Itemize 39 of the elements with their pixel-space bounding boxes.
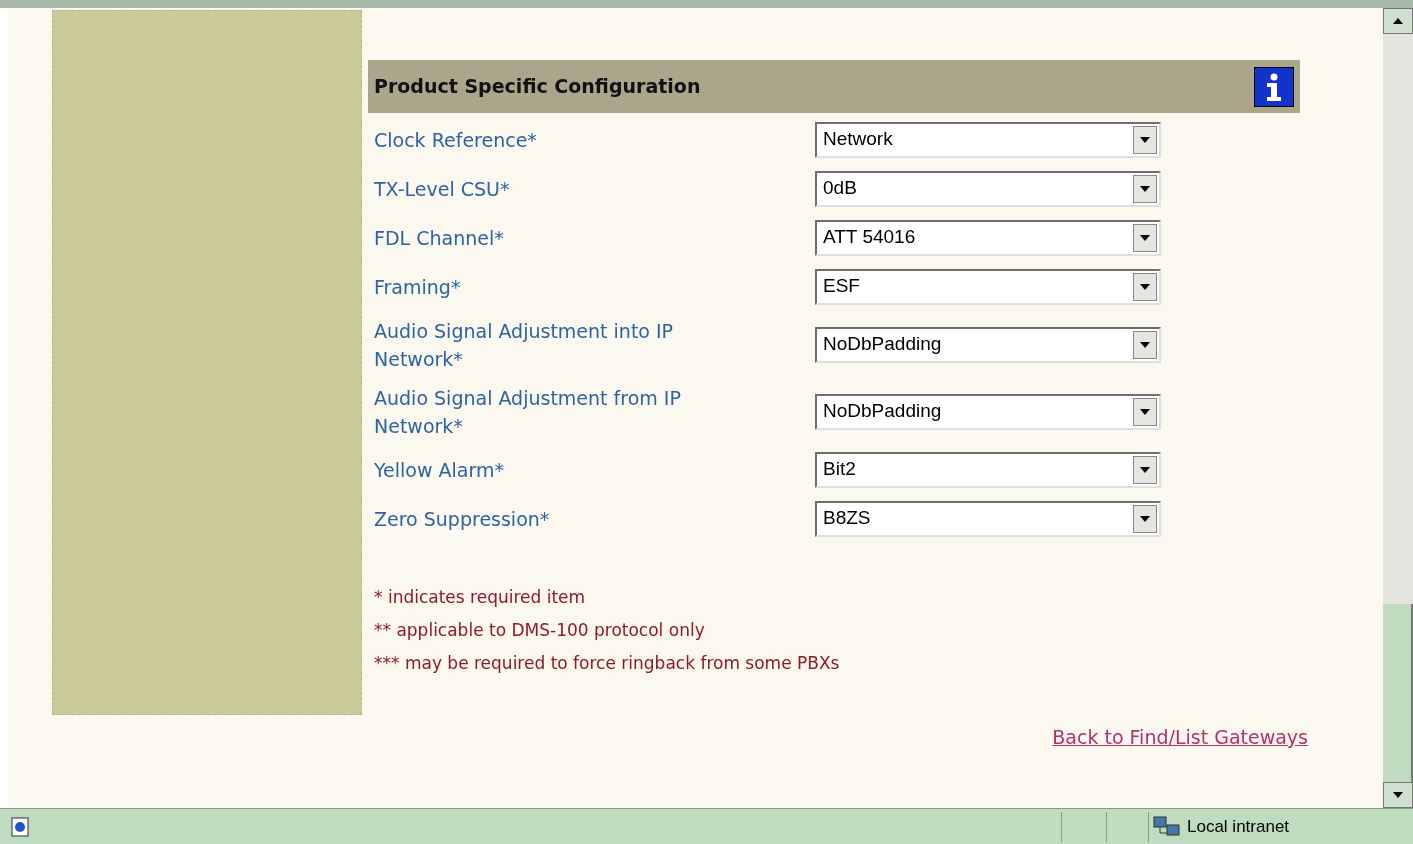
field-label: Audio Signal Adjustment from IP Network*: [374, 385, 682, 439]
back-link[interactable]: Back to Find/List Gateways: [1052, 723, 1308, 752]
dropdown-field[interactable]: NoDbPadding: [815, 326, 1161, 363]
footnote: *** may be required to force ringback from some PBXs: [374, 652, 841, 675]
dropdown-arrow-icon: [1140, 283, 1150, 290]
scroll-up-arrow-icon: [1393, 18, 1403, 24]
dropdown-field[interactable]: Bit2: [815, 451, 1161, 488]
field-label: Framing*: [374, 274, 462, 300]
section-title: Product Specific Configuration: [374, 74, 701, 100]
footnote: ** applicable to DMS-100 protocol only: [374, 619, 706, 642]
field-label: Audio Signal Adjustment into IP Network*: [374, 318, 675, 372]
field-label: Clock Reference*: [374, 127, 538, 153]
dropdown-field[interactable]: NoDbPadding: [815, 393, 1161, 430]
dropdown-field[interactable]: 0dB: [815, 170, 1161, 207]
dropdown-field[interactable]: ATT 54016: [815, 219, 1161, 256]
scroll-up-button[interactable]: [1383, 8, 1413, 34]
dropdown-field[interactable]: B8ZS: [815, 500, 1161, 537]
info-icon[interactable]: [1254, 66, 1294, 107]
scroll-thumb[interactable]: [1383, 604, 1413, 782]
dropdown-arrow-icon: [1140, 408, 1150, 415]
field-label: FDL Channel*: [374, 225, 505, 251]
dropdown-arrow-icon: [1140, 234, 1150, 241]
dropdown-arrow-icon: [1140, 341, 1150, 348]
zone-label: Local intranet: [1187, 815, 1290, 838]
dropdown-arrow-icon: [1140, 185, 1150, 192]
scroll-down-button[interactable]: [1383, 782, 1413, 808]
network-icon: [1153, 814, 1181, 839]
field-label: Zero Suppression*: [374, 506, 551, 532]
scrollbar[interactable]: [1383, 8, 1413, 808]
field-label: Yellow Alarm*: [374, 457, 505, 483]
field-label: TX-Level CSU*: [374, 176, 511, 202]
footnote: * indicates required item: [374, 586, 587, 609]
dropdown-arrow-icon: [1140, 466, 1150, 473]
dropdown-arrow-icon: [1140, 136, 1150, 143]
page-icon: [10, 816, 32, 837]
dropdown-field[interactable]: Network: [815, 121, 1161, 158]
dropdown-field[interactable]: ESF: [815, 268, 1161, 305]
dropdown-arrow-icon: [1393, 792, 1403, 798]
dropdown-arrow-icon: [1140, 515, 1150, 522]
